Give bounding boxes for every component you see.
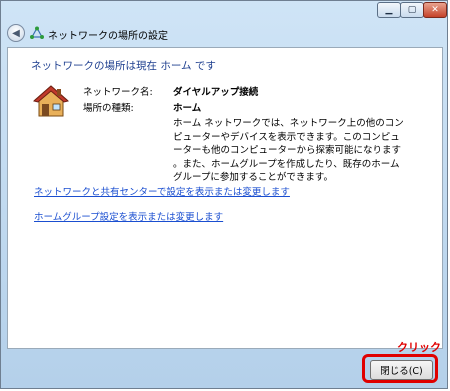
- minimize-button[interactable]: ▁: [377, 2, 401, 18]
- location-type-value: ホーム: [173, 103, 202, 114]
- back-arrow-icon: ◀: [12, 27, 20, 39]
- description-line: ーターも他のコンピューターから探索可能になります: [173, 145, 402, 156]
- back-button[interactable]: ◀: [7, 24, 25, 42]
- dialog-window: ▁ ▢ ✕ ◀ ネットワークの場所の設定 ネットワークの場所は現在 ホーム です…: [0, 0, 448, 389]
- network-icon: [30, 26, 44, 39]
- description-line: 。また、ホームグループを作成したり、既存のホーム: [173, 158, 400, 170]
- description-line: グループに参加することができます。: [173, 172, 333, 183]
- location-type-label: 場所の種類:: [83, 103, 134, 114]
- sharing-center-link[interactable]: ネットワークと共有センターで設定を表示または変更します: [34, 184, 290, 198]
- network-name-value: ダイヤルアップ接続: [173, 87, 259, 98]
- description-line: ピューターやデバイスを表示できます。このコンピュ: [173, 131, 400, 143]
- location-description: ホーム ネットワークでは、ネットワーク上の他のコン ピューターやデバイスを表示で…: [173, 117, 418, 185]
- title-bar: ▁ ▢ ✕ ◀ ネットワークの場所の設定: [1, 1, 447, 45]
- page-heading: ネットワークの場所は現在 ホーム です: [31, 60, 216, 72]
- content-panel: ネットワークの場所は現在 ホーム です ネットワーク名: ダイヤルアップ接続 場…: [7, 47, 443, 349]
- close-button-highlight: [362, 354, 438, 383]
- maximize-button[interactable]: ▢: [400, 2, 424, 18]
- description-line: ホーム ネットワークでは、ネットワーク上の他のコン: [173, 118, 404, 129]
- homegroup-settings-link[interactable]: ホームグループ設定を表示または変更します: [34, 209, 223, 223]
- home-icon: [33, 85, 69, 117]
- close-window-button[interactable]: ✕: [423, 2, 447, 18]
- network-name-label: ネットワーク名:: [83, 87, 153, 98]
- window-title: ネットワークの場所の設定: [48, 31, 168, 42]
- click-annotation-label: クリック: [397, 341, 441, 354]
